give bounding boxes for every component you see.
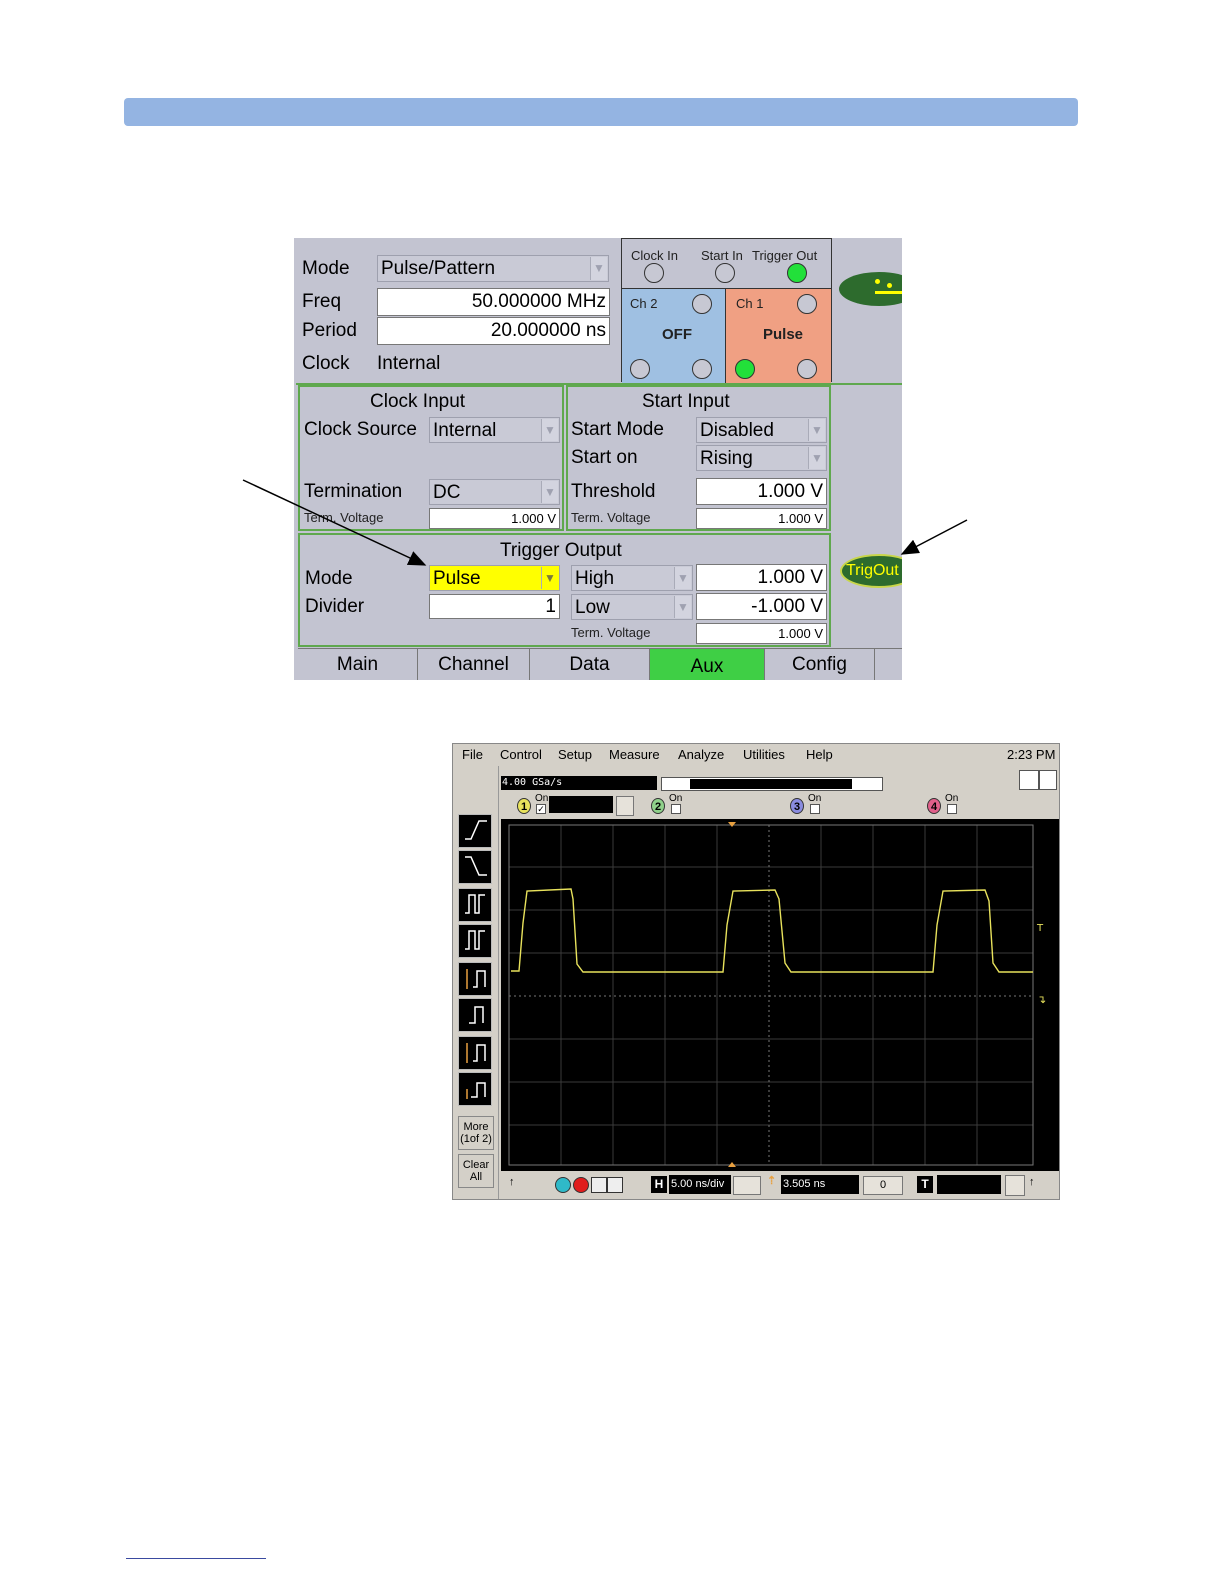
graticule (509, 825, 1033, 1165)
graticule-border (508, 824, 1034, 1166)
delay-icon: ⇡ (767, 1175, 777, 1187)
vtop-measure-icon[interactable] (458, 1036, 492, 1070)
channel-4-icon[interactable]: 4 (927, 798, 941, 814)
trigger-level-marker: T (1036, 923, 1044, 934)
waveform-svg: T ↴ (508, 822, 1046, 1167)
clear-all-button[interactable]: Clear All (458, 1154, 494, 1188)
stop-button-icon[interactable] (573, 1177, 589, 1193)
menu-setup[interactable]: Setup (558, 747, 592, 762)
sample-rate-bar: 4.00 GSa/s (501, 776, 657, 790)
trigger-label: T (917, 1176, 933, 1193)
menu-help[interactable]: Help (806, 747, 833, 762)
ch1-on-label: On (535, 793, 549, 804)
waveform-display[interactable]: T ↴ (501, 819, 1059, 1171)
menu-measure[interactable]: Measure (609, 747, 660, 762)
ch1-on-checkbox[interactable]: ✓ (536, 804, 546, 814)
print-icon[interactable] (607, 1177, 623, 1193)
delay-step-value: 0 (879, 1179, 887, 1191)
single-button-icon[interactable] (591, 1177, 607, 1193)
memory-bar (661, 777, 883, 791)
edge-rising-trigger-icon[interactable] (458, 814, 492, 848)
ch3-on-label: On (808, 793, 822, 804)
memory-window (690, 779, 852, 789)
horizontal-label: H (651, 1176, 667, 1193)
trigger-level: 1.570 V (939, 1178, 977, 1190)
bottom-status-bar: ↑ H 5.00 ns/div ⇡ 3.505 ns 0 T 1.570 V ↑ (501, 1174, 1059, 1196)
vbase-measure-icon[interactable] (458, 1072, 492, 1106)
channel-1-icon[interactable]: 1 (517, 798, 531, 814)
ch1-scale-stepper[interactable] (616, 796, 634, 816)
ch1-scale: 1.00V/div (551, 798, 597, 810)
channel-3-icon[interactable]: 3 (790, 798, 804, 814)
h-scale: 5.00 ns/div (671, 1178, 725, 1190)
run-button-icon[interactable] (555, 1177, 571, 1193)
arrow-to-trigout-icon (900, 519, 968, 555)
menu-file[interactable]: File (462, 747, 483, 762)
sample-rate: 4.00 GSa/s (502, 777, 563, 788)
ch3-on-checkbox[interactable] (810, 804, 820, 814)
edge-falling-trigger-icon[interactable] (458, 850, 492, 884)
ch4-on-label: On (945, 793, 959, 804)
delay-box[interactable]: 3.505 ns (781, 1175, 859, 1194)
ch1-trace (511, 888, 1033, 973)
ch1-scale-box[interactable]: 1.00V/div (549, 796, 613, 813)
trigger-level-box[interactable]: 1.570 V (937, 1175, 1001, 1194)
channel-2-icon[interactable]: 2 (651, 798, 665, 814)
menu-control[interactable]: Control (500, 747, 542, 762)
more-button[interactable]: More (1of 2) (458, 1116, 494, 1150)
h-scale-box[interactable]: 5.00 ns/div (669, 1175, 731, 1194)
trigger-level-stepper[interactable] (1005, 1175, 1025, 1196)
ch1-ground-marker-icon: ↴ (1037, 993, 1046, 1006)
h-scale-stepper[interactable] (733, 1176, 761, 1195)
ch2-on-checkbox[interactable] (671, 804, 681, 814)
ch4-on-checkbox[interactable] (947, 804, 957, 814)
period-trigger-icon[interactable] (458, 924, 492, 958)
footer-rule (126, 1558, 266, 1559)
up-arrow-icon[interactable]: ↑ (509, 1176, 515, 1188)
delay-stepper[interactable]: 0 (863, 1176, 903, 1195)
ch2-on-label: On (669, 793, 683, 804)
menu-analyze[interactable]: Analyze (678, 747, 724, 762)
amplitude-measure-icon[interactable] (458, 998, 492, 1032)
display-mode-icon[interactable] (1019, 770, 1039, 790)
arrow-to-trigger-mode-icon (242, 479, 427, 566)
left-toolbar: More (1of 2) Clear All (453, 766, 499, 1199)
rise-time-measure-icon[interactable] (458, 962, 492, 996)
expand-up-icon[interactable]: ↑ (1029, 1176, 1035, 1188)
annotation-arrows (242, 479, 968, 566)
pulse-width-trigger-icon[interactable] (458, 888, 492, 922)
oscilloscope-window: File Control Setup Measure Analyze Utili… (452, 743, 1060, 1200)
clock-display: 2:23 PM (1007, 747, 1056, 762)
menu-utilities[interactable]: Utilities (743, 747, 785, 762)
mouse-icon[interactable] (1039, 770, 1057, 790)
delay-value: 3.505 ns (783, 1178, 826, 1190)
